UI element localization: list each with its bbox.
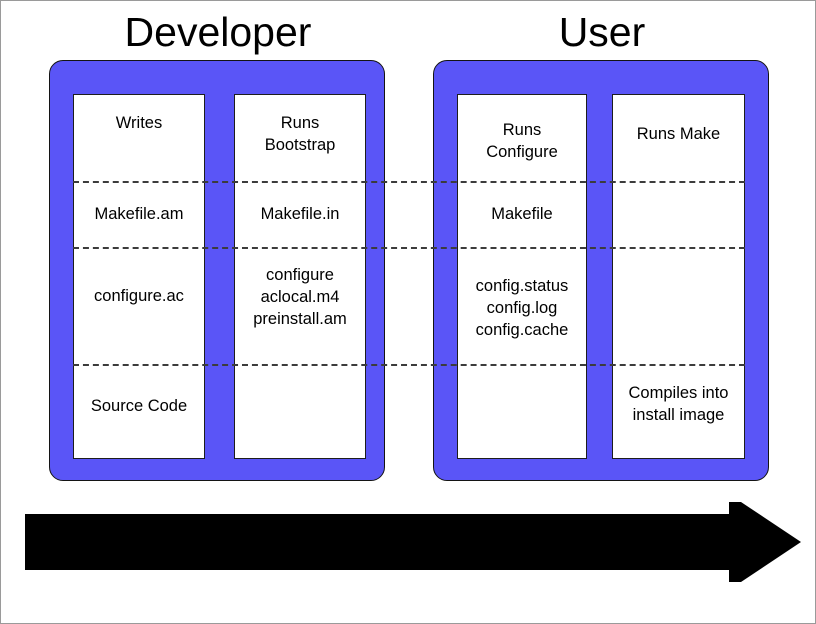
row-separator-1 — [73, 181, 745, 183]
cell-configure-row1: Makefile — [491, 205, 553, 223]
flow-arrow-icon — [25, 502, 801, 582]
group-title-user: User — [558, 9, 646, 55]
cell-writes-row3: Source Code — [90, 397, 188, 415]
cell-make-row3: Compiles into install image — [628, 384, 729, 424]
cell-writes-row2: configure.ac — [94, 287, 184, 305]
column-runs-bootstrap: Runs Bootstrap Makefile.in configure acl… — [234, 94, 366, 459]
cell-bootstrap-row1: Makefile.in — [260, 205, 340, 223]
cell-bootstrap-row2: configure aclocal.m4 preinstall.am — [253, 266, 347, 328]
cell-writes-row0: Writes — [115, 114, 163, 132]
cell-make-row0: Runs Make — [636, 125, 721, 143]
column-writes: Writes Makefile.am configure.ac Source C… — [73, 94, 205, 459]
row-separator-3 — [73, 364, 745, 366]
cell-bootstrap-row0: Runs Bootstrap — [264, 114, 336, 154]
cell-configure-row2: config.status config.log config.cache — [475, 277, 569, 339]
group-title-developer: Developer — [124, 9, 312, 55]
cell-configure-row0: Runs Configure — [486, 121, 558, 161]
cell-writes-row1: Makefile.am — [94, 205, 184, 223]
column-runs-configure: Runs Configure Makefile config.status co… — [457, 94, 587, 459]
diagram-canvas: Developer User Writes Makefile.am config… — [0, 0, 816, 624]
row-separator-2 — [73, 247, 745, 249]
column-runs-make: Runs Make Compiles into install image — [612, 94, 745, 459]
